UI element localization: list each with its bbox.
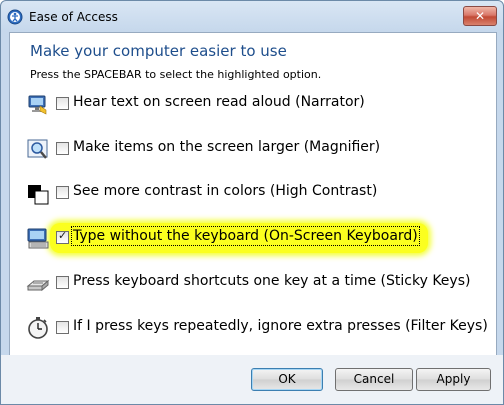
on-screen-keyboard-label: Type without the keyboard (On-Screen Key… — [71, 226, 420, 246]
title-bar: Ease of Access ✕ — [1, 1, 503, 33]
filter-keys-icon — [28, 317, 48, 339]
filter-keys-checkbox[interactable] — [56, 321, 69, 334]
high-contrast-checkbox[interactable] — [56, 186, 69, 199]
magnifier-icon — [27, 139, 48, 159]
option-on-screen-keyboard[interactable]: Type without the keyboard (On-Screen Key… — [26, 224, 486, 254]
option-magnifier[interactable]: Make items on the screen larger (Magnifi… — [26, 135, 486, 165]
option-sticky-keys[interactable]: Press keyboard shortcuts one key at a ti… — [26, 269, 486, 299]
cancel-button[interactable]: Cancel — [335, 368, 413, 391]
filter-keys-label: If I press keys repeatedly, ignore extra… — [73, 318, 488, 334]
ok-button[interactable]: OK — [251, 368, 323, 391]
magnifier-checkbox[interactable] — [56, 142, 69, 155]
option-filter-keys[interactable]: If I press keys repeatedly, ignore extra… — [26, 314, 488, 344]
narrator-icon — [28, 95, 47, 115]
page-heading: Make your computer easier to use — [30, 42, 287, 60]
high-contrast-label: See more contrast in colors (High Contra… — [73, 183, 378, 199]
sticky-keys-label: Press keyboard shortcuts one key at a ti… — [73, 273, 471, 289]
sticky-keys-checkbox[interactable] — [56, 276, 69, 289]
narrator-checkbox[interactable] — [56, 97, 69, 110]
ease-of-access-icon — [7, 9, 23, 25]
magnifier-label: Make items on the screen larger (Magnifi… — [73, 139, 381, 155]
instruction-text: Press the SPACEBAR to select the highlig… — [30, 68, 322, 81]
sticky-keys-icon — [26, 279, 50, 292]
button-bar: OK Cancel Apply — [1, 355, 503, 404]
narrator-label: Hear text on screen read aloud (Narrator… — [73, 94, 365, 110]
dialog-content: Make your computer easier to use Press t… — [9, 32, 497, 356]
apply-button[interactable]: Apply — [416, 368, 491, 391]
close-button[interactable]: ✕ — [463, 6, 497, 26]
option-narrator[interactable]: Hear text on screen read aloud (Narrator… — [26, 90, 486, 120]
on-screen-keyboard-icon — [27, 228, 49, 249]
on-screen-keyboard-checkbox[interactable] — [56, 229, 69, 244]
option-high-contrast[interactable]: See more contrast in colors (High Contra… — [26, 179, 486, 209]
ease-of-access-window: Ease of Access ✕ Make your computer easi… — [0, 0, 504, 405]
high-contrast-icon — [28, 185, 49, 205]
close-icon: ✕ — [474, 9, 486, 23]
window-title: Ease of Access — [29, 10, 118, 24]
